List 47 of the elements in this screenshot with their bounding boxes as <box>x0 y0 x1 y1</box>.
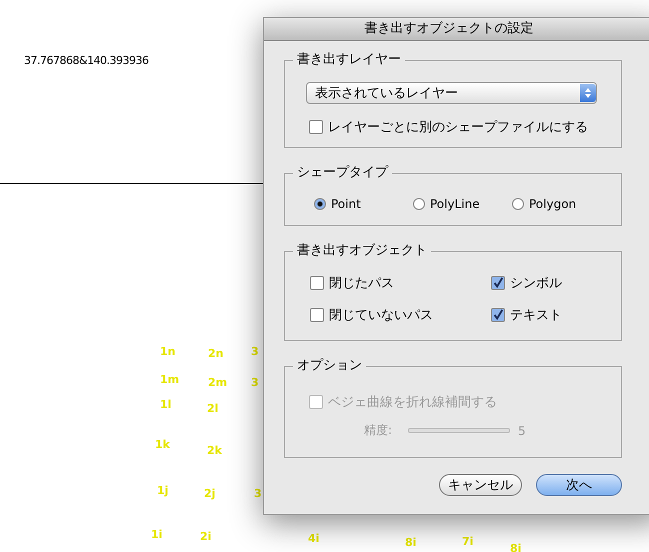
group-label: オプション <box>293 358 366 374</box>
checkbox[interactable] <box>309 120 323 134</box>
radio-button[interactable] <box>314 198 326 210</box>
checkbox[interactable] <box>491 276 505 290</box>
checkbox[interactable] <box>310 276 324 290</box>
map-label: 2i <box>200 530 212 543</box>
group-label: 書き出すレイヤー <box>293 52 405 68</box>
map-label: 1i <box>151 528 162 541</box>
map-label: 1j <box>157 484 168 497</box>
checkbox[interactable] <box>491 308 505 322</box>
map-label: 8i <box>510 542 522 552</box>
map-label: 2m <box>208 376 228 389</box>
radio-label[interactable]: Polygon <box>529 197 576 211</box>
radio-button[interactable] <box>512 198 524 210</box>
next-button[interactable]: 次へ <box>536 474 622 496</box>
map-label: 7i <box>462 535 474 548</box>
map-label: 3 <box>251 345 259 358</box>
map-label: 8i <box>405 536 416 549</box>
checkbox-label[interactable]: シンボル <box>510 274 562 292</box>
radio-label[interactable]: PolyLine <box>430 197 480 211</box>
radio-button[interactable] <box>413 198 425 210</box>
checkbox[interactable] <box>310 308 324 322</box>
checkbox-label[interactable]: レイヤーごとに別のシェープファイルにする <box>328 118 588 136</box>
map-label: 4i <box>308 532 320 545</box>
radio-label[interactable]: Point <box>331 197 361 211</box>
map-label: 1m <box>160 373 180 386</box>
group-label: 書き出すオブジェクト <box>293 243 431 259</box>
map-label: 1l <box>160 398 172 411</box>
checkbox-label[interactable]: 閉じたパス <box>329 274 394 292</box>
stepper-icon <box>580 84 596 102</box>
map-label: 2n <box>208 347 224 360</box>
checkbox-label[interactable]: テキスト <box>510 306 562 324</box>
map-label: 3 <box>251 376 259 389</box>
cancel-button[interactable]: キャンセル <box>439 474 522 496</box>
window-title: 書き出すオブジェクトの設定 <box>264 18 649 41</box>
map-label: 1k <box>155 438 170 451</box>
map-label: 2l <box>207 402 218 415</box>
map-label: 3 <box>254 487 262 500</box>
map-label: 1n <box>160 345 176 358</box>
map-label: 2j <box>204 487 216 500</box>
dropdown[interactable]: 表示されているレイヤー <box>306 82 597 104</box>
slider-value: 5 <box>518 424 526 438</box>
checkbox-label[interactable]: 閉じていないパス <box>329 306 433 324</box>
group-label: シェープタイプ <box>293 165 392 181</box>
slider-label: 精度: <box>364 422 394 439</box>
map-label: 2k <box>207 444 222 457</box>
coordinate-text: 37.767868&140.393936 <box>24 54 149 67</box>
